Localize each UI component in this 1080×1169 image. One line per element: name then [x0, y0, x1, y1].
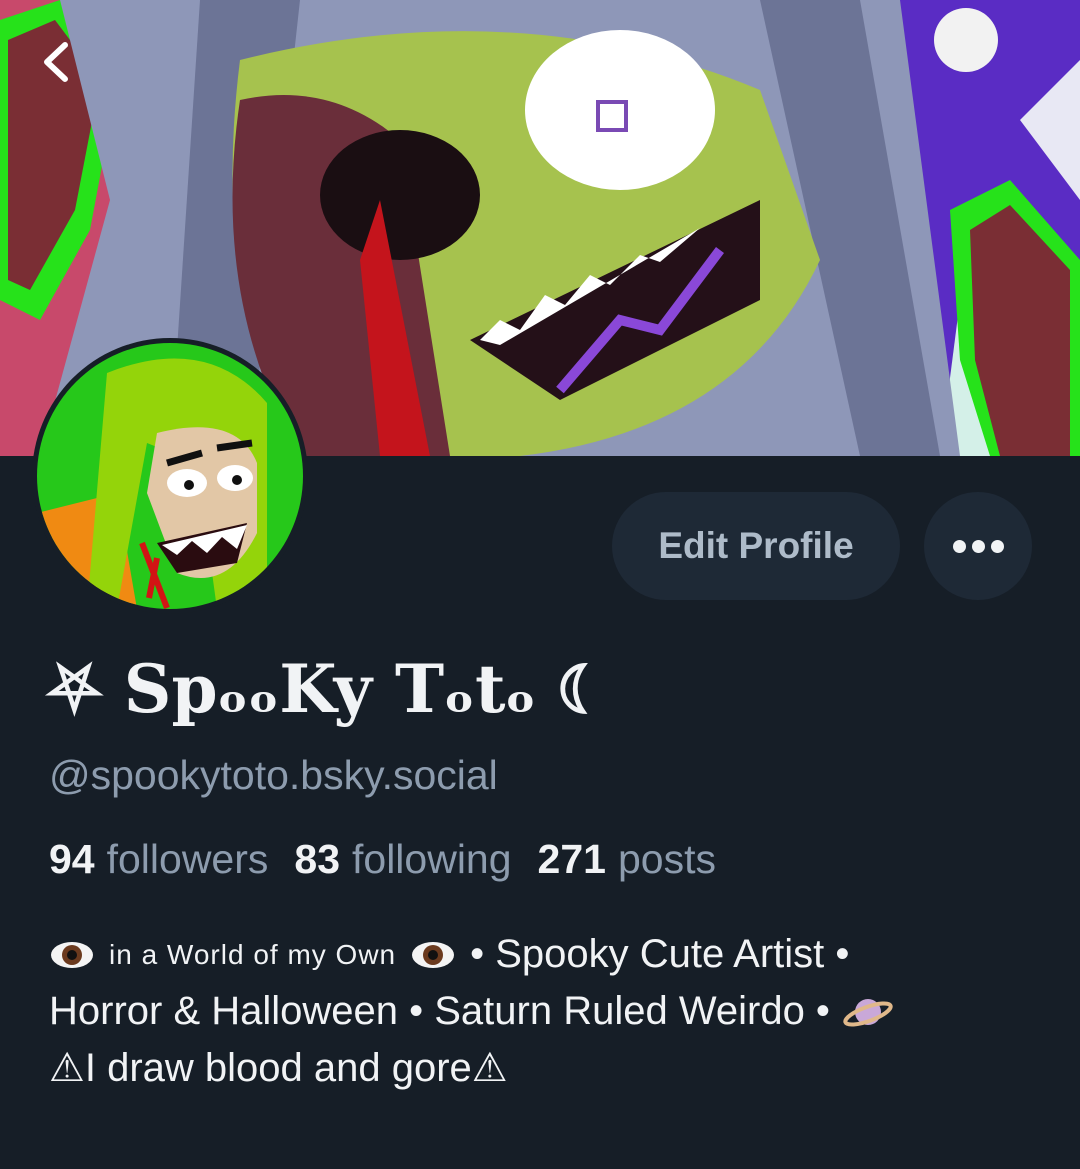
planet-icon [843, 998, 893, 1027]
profile-bio: in a World of my Own • Spooky Cute Artis… [49, 926, 1039, 1097]
posts-count: 271 [537, 836, 606, 882]
bio-line-3-text: ⚠I draw blood and gore⚠ [49, 1046, 508, 1090]
edit-profile-button[interactable]: Edit Profile [612, 492, 900, 600]
edit-profile-label: Edit Profile [658, 525, 854, 566]
profile-screen: Edit Profile ⛧ SpₒₒKy Tₒtₒ ☾ @spookytoto… [0, 0, 1080, 1169]
bio-line-2-text: Horror & Halloween • Saturn Ruled Weirdo… [49, 989, 830, 1033]
followers-count: 94 [49, 836, 95, 882]
avatar[interactable] [32, 338, 308, 614]
profile-stats: 94 followers 83 following 271 posts [49, 836, 716, 883]
back-button[interactable] [30, 36, 82, 88]
more-options-button[interactable] [924, 492, 1032, 600]
bio-line-1-suffix: • Spooky Cute Artist • [470, 932, 850, 976]
followers-label: followers [106, 836, 269, 882]
eye-icon [51, 941, 93, 968]
following-link[interactable]: 83 following [294, 836, 511, 883]
bio-line-2: Horror & Halloween • Saturn Ruled Weirdo… [49, 983, 1039, 1040]
bio-stylized-text: in a World of my Own [109, 939, 397, 970]
chevron-left-icon [44, 42, 68, 82]
bio-line-3: ⚠I draw blood and gore⚠ [49, 1040, 1039, 1097]
bio-line-1: in a World of my Own • Spooky Cute Artis… [49, 926, 1039, 983]
eye-icon [412, 941, 455, 968]
display-name: ⛧ SpₒₒKy Tₒtₒ ☾ [48, 650, 606, 728]
more-horizontal-icon [952, 539, 1004, 553]
following-count: 83 [294, 836, 340, 882]
posts-stat: 271 posts [538, 836, 716, 883]
followers-link[interactable]: 94 followers [49, 836, 268, 883]
handle: @spookytoto.bsky.social [49, 752, 498, 798]
following-label: following [352, 836, 512, 882]
avatar-image [37, 343, 303, 609]
posts-label: posts [617, 836, 716, 882]
